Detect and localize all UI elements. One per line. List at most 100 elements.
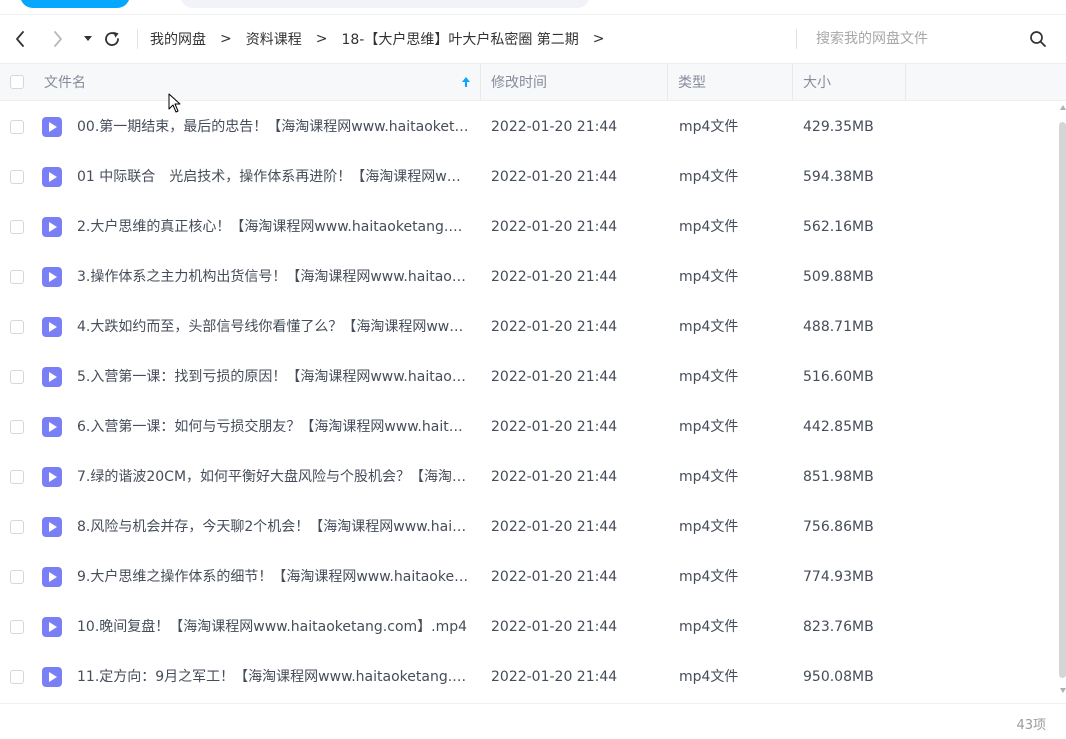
video-file-icon: [42, 417, 62, 437]
nav-divider: [137, 29, 138, 49]
column-header-size[interactable]: 大小: [803, 64, 831, 100]
video-file-icon: [42, 467, 62, 487]
row-checkbox[interactable]: [10, 320, 24, 334]
column-header-type[interactable]: 类型: [678, 64, 706, 100]
file-name[interactable]: 01 中际联合 光启技术，操作体系再进阶！【海淘课程网www.haitaoket…: [77, 152, 469, 202]
video-file-icon: [42, 367, 62, 387]
table-row[interactable]: 8.风险与机会并存，今天聊2个机会！【海淘课程网www.haitaoketang…: [0, 502, 1058, 552]
column-divider[interactable]: [792, 64, 793, 100]
file-type: mp4文件: [679, 319, 739, 335]
search-icon: [1030, 31, 1046, 47]
breadcrumb-item-course-materials[interactable]: 资料课程: [246, 29, 302, 49]
file-size: 594.38MB: [803, 169, 874, 185]
top-search-pill[interactable]: [180, 0, 590, 8]
file-type: mp4文件: [679, 419, 739, 435]
row-checkbox[interactable]: [10, 120, 24, 134]
file-type: mp4文件: [679, 269, 739, 285]
file-name[interactable]: 10.晚间复盘！【海淘课程网www.haitaoketang.com】.mp4: [77, 602, 469, 652]
scrollbar-thumb[interactable]: [1059, 122, 1066, 678]
breadcrumb-expand-button[interactable]: >: [593, 31, 605, 47]
row-checkbox[interactable]: [10, 220, 24, 234]
row-checkbox[interactable]: [10, 670, 24, 684]
table-row[interactable]: 11.定方向：9月之军工！【海淘课程网www.haitaoketang.com】…: [0, 652, 1058, 702]
arrow-left-icon: [16, 31, 24, 47]
row-checkbox[interactable]: [10, 620, 24, 634]
row-checkbox[interactable]: [10, 420, 24, 434]
file-type: mp4文件: [679, 469, 739, 485]
file-modified-time: 2022-01-20 21:44: [491, 669, 618, 685]
history-dropdown-button[interactable]: [76, 25, 100, 53]
refresh-button[interactable]: [100, 25, 124, 53]
file-name[interactable]: 2.大户思维的真正核心！【海淘课程网www.haitaoketang.com】.…: [77, 202, 469, 252]
file-name[interactable]: 6.入营第一课：如何与亏损交朋友？【海淘课程网www.haitaoketang.…: [77, 402, 469, 452]
file-modified-time: 2022-01-20 21:44: [491, 169, 618, 185]
sort-ascending-button[interactable]: [460, 74, 472, 90]
refresh-icon: [105, 31, 119, 46]
file-name[interactable]: 3.操作体系之主力机构出货信号！【海淘课程网www.haitaoketang.c…: [77, 252, 469, 302]
file-type: mp4文件: [679, 619, 739, 635]
file-name[interactable]: 11.定方向：9月之军工！【海淘课程网www.haitaoketang.com】…: [77, 652, 469, 702]
breadcrumb-separator: >: [220, 31, 232, 47]
file-size: 851.98MB: [803, 469, 874, 485]
file-modified-time: 2022-01-20 21:44: [491, 269, 618, 285]
row-checkbox[interactable]: [10, 520, 24, 534]
select-all-checkbox[interactable]: [10, 75, 24, 89]
file-modified-time: 2022-01-20 21:44: [491, 419, 618, 435]
file-name[interactable]: 5.入营第一课：找到亏损的原因！【海淘课程网www.haitaoketang.c…: [77, 352, 469, 402]
video-file-icon: [42, 317, 62, 337]
table-row[interactable]: 01 中际联合 光启技术，操作体系再进阶！【海淘课程网www.haitaoket…: [0, 152, 1058, 202]
search-input[interactable]: [816, 26, 1006, 52]
row-checkbox[interactable]: [10, 570, 24, 584]
search-button[interactable]: [1026, 27, 1050, 51]
top-primary-pill[interactable]: [20, 0, 130, 8]
table-row[interactable]: 3.操作体系之主力机构出货信号！【海淘课程网www.haitaoketang.c…: [0, 252, 1058, 302]
file-type: mp4文件: [679, 369, 739, 385]
row-checkbox[interactable]: [10, 270, 24, 284]
file-name[interactable]: 7.绿的谐波20CM，如何平衡好大盘风险与个股机会？【海淘课程网www.hait…: [77, 452, 469, 502]
row-checkbox[interactable]: [10, 370, 24, 384]
table-row[interactable]: 7.绿的谐波20CM，如何平衡好大盘风险与个股机会？【海淘课程网www.hait…: [0, 452, 1058, 502]
scroll-up-icon[interactable]: [1060, 105, 1066, 110]
file-name[interactable]: 00.第一期结束，最后的忠告！【海淘课程网www.haitaoketang.co…: [77, 102, 469, 152]
file-modified-time: 2022-01-20 21:44: [491, 519, 618, 535]
video-file-icon: [42, 667, 62, 687]
back-button[interactable]: [8, 25, 32, 53]
arrow-up-icon: [462, 77, 470, 87]
breadcrumb-item-my-drive[interactable]: 我的网盘: [150, 29, 206, 49]
row-checkbox[interactable]: [10, 170, 24, 184]
row-checkbox[interactable]: [10, 470, 24, 484]
table-row[interactable]: 4.大跌如约而至，头部信号线你看懂了么？【海淘课程网www.haitaoketa…: [0, 302, 1058, 352]
search-divider: [796, 29, 797, 49]
file-list: 00.第一期结束，最后的忠告！【海淘课程网www.haitaoketang.co…: [0, 102, 1058, 702]
breadcrumb-item-current-folder[interactable]: 18-【大户思维】叶大户私密圈 第二期: [341, 29, 578, 49]
file-type: mp4文件: [679, 669, 739, 685]
table-row[interactable]: 2.大户思维的真正核心！【海淘课程网www.haitaoketang.com】.…: [0, 202, 1058, 252]
column-divider[interactable]: [480, 64, 481, 100]
file-type: mp4文件: [679, 569, 739, 585]
video-file-icon: [42, 117, 62, 137]
column-divider[interactable]: [667, 64, 668, 100]
file-name[interactable]: 4.大跌如约而至，头部信号线你看懂了么？【海淘课程网www.haitaoketa…: [77, 302, 469, 352]
column-header-modified[interactable]: 修改时间: [491, 64, 547, 100]
table-row[interactable]: 00.第一期结束，最后的忠告！【海淘课程网www.haitaoketang.co…: [0, 102, 1058, 152]
file-name[interactable]: 9.大户思维之操作体系的细节！【海淘课程网www.haitaoketang.co…: [77, 552, 469, 602]
column-divider[interactable]: [905, 64, 906, 100]
caret-down-icon: [84, 36, 92, 41]
table-row[interactable]: 9.大户思维之操作体系的细节！【海淘课程网www.haitaoketang.co…: [0, 552, 1058, 602]
file-type: mp4文件: [679, 519, 739, 535]
forward-button[interactable]: [46, 25, 70, 53]
video-file-icon: [42, 217, 62, 237]
file-modified-time: 2022-01-20 21:44: [491, 469, 618, 485]
file-type: mp4文件: [679, 169, 739, 185]
table-row[interactable]: 10.晚间复盘！【海淘课程网www.haitaoketang.com】.mp4 …: [0, 602, 1058, 652]
table-row[interactable]: 6.入营第一课：如何与亏损交朋友？【海淘课程网www.haitaoketang.…: [0, 402, 1058, 452]
file-size: 442.85MB: [803, 419, 874, 435]
video-file-icon: [42, 267, 62, 287]
column-header-name[interactable]: 文件名: [44, 64, 86, 100]
table-row[interactable]: 5.入营第一课：找到亏损的原因！【海淘课程网www.haitaoketang.c…: [0, 352, 1058, 402]
scroll-down-icon[interactable]: [1060, 688, 1066, 693]
file-size: 488.71MB: [803, 319, 874, 335]
navigation-bar: 我的网盘 > 资料课程 > 18-【大户思维】叶大户私密圈 第二期 >: [0, 15, 1066, 63]
file-modified-time: 2022-01-20 21:44: [491, 319, 618, 335]
file-name[interactable]: 8.风险与机会并存，今天聊2个机会！【海淘课程网www.haitaoketang…: [77, 502, 469, 552]
